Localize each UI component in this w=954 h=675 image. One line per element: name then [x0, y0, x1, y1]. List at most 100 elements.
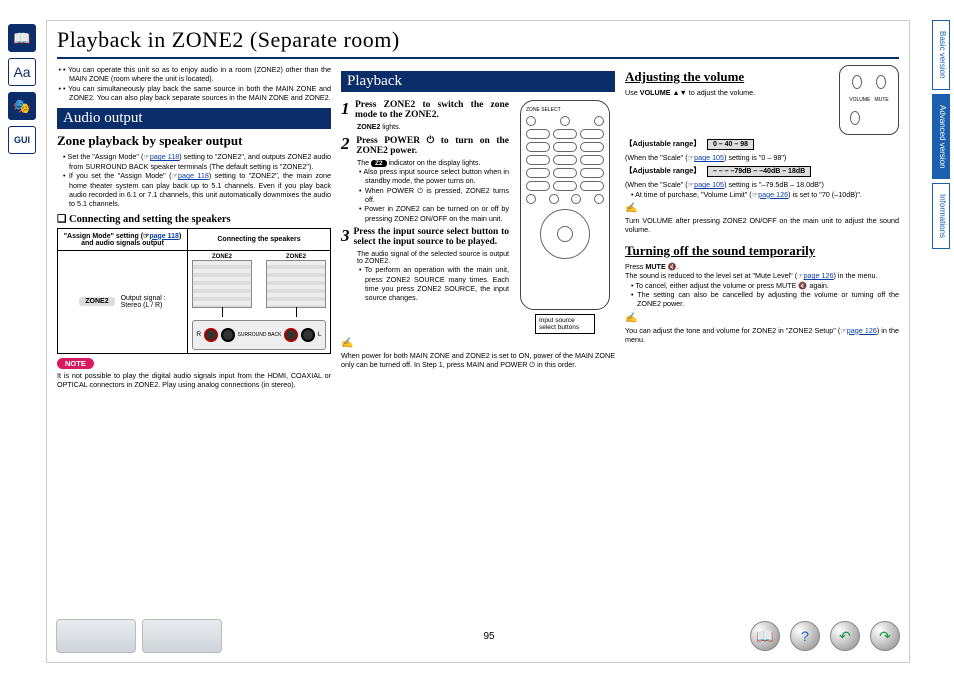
note-text: It is not possible to play the digital a… [57, 371, 331, 390]
link-p126c[interactable]: page 126 [847, 326, 877, 335]
vol-up[interactable] [852, 75, 862, 89]
link-p118c[interactable]: page 118 [149, 233, 179, 240]
link-p118[interactable]: page 118 [150, 152, 179, 161]
speaker-r [266, 260, 326, 308]
rbr4[interactable] [594, 194, 604, 204]
rb4[interactable] [526, 142, 550, 152]
term-sb: SURROUND BACK [238, 332, 282, 338]
prev-button[interactable]: ↶ [830, 621, 860, 651]
step2-num: 2 [341, 135, 352, 152]
conn-td1: ZONE2 Output signal : Stereo (L / R) [58, 250, 188, 353]
rbr1[interactable] [526, 194, 536, 204]
step-3: 3 Press the input source select button t… [341, 227, 509, 247]
audio-b2: If you set the "Assign Mode" (☞page 118)… [63, 171, 331, 208]
rb15[interactable] [580, 181, 604, 191]
mute-t2b: The sound is reduced to the level set at… [625, 271, 899, 280]
range2-sub: (When the "Scale" (☞page 105) setting is… [625, 180, 899, 189]
rb3[interactable] [580, 129, 604, 139]
step1-sub: ZONE2 lights. [357, 124, 509, 131]
remote-wrap: ZONE SELECT Input source select buttons [515, 100, 615, 334]
rbr3[interactable] [571, 194, 581, 204]
conn-td2: ZONE2 ZONE2 R SURROUN [188, 250, 331, 353]
s2b1: Also press input source select button wh… [359, 167, 509, 186]
speaker-l [192, 260, 252, 308]
range-box-2: – – – –79dB – –40dB – 18dB [707, 166, 811, 177]
terminal-box: R SURROUND BACK L [192, 320, 326, 350]
step1-txt: Press ZONE2 to switch the zone mode to t… [355, 100, 509, 120]
remote-dpad[interactable] [540, 209, 590, 259]
rb14[interactable] [553, 181, 577, 191]
step1-num: 1 [341, 100, 351, 117]
remote-zone2[interactable] [560, 116, 570, 126]
mute-bul: To cancel, either adjust the volume or p… [625, 281, 899, 309]
col-3: Adjusting the volume Use VOLUME ▲▼ to ad… [625, 65, 899, 389]
hand-icon-2: ✍ [625, 203, 899, 214]
rb5[interactable] [553, 142, 577, 152]
rb9[interactable] [580, 155, 604, 165]
range-2: 【Adjustable range】 – – – –79dB – –40dB –… [625, 165, 899, 177]
bookmark-button[interactable]: 📖 [750, 621, 780, 651]
jack-r2 [221, 328, 235, 342]
link-p105b[interactable]: page 105 [694, 180, 724, 189]
theater-icon[interactable]: 🎭 [8, 92, 36, 120]
step2-sub: The Z2 indicator on the display lights. [357, 160, 509, 167]
rb7[interactable] [526, 155, 550, 165]
rb12[interactable] [580, 168, 604, 178]
vol-foot: You can adjust the tone and volume for Z… [625, 326, 899, 345]
rb2[interactable] [553, 129, 577, 139]
sub-adjust-volume: Adjusting the volume [625, 69, 827, 85]
term-r: R [196, 331, 201, 338]
range-box-1: 0 – 40 – 98 [707, 139, 754, 150]
gui-icon[interactable]: GUI [8, 126, 36, 154]
remote-main[interactable] [526, 116, 536, 126]
help-button[interactable]: ? [790, 621, 820, 651]
mute-btn[interactable] [876, 75, 886, 89]
conn-table: "Assign Mode" setting (☞page 118) and au… [57, 228, 331, 354]
title-rule [57, 57, 899, 59]
remote-power[interactable] [594, 116, 604, 126]
link-p126a[interactable]: page 126 [758, 190, 788, 199]
book-icon[interactable]: 📖 [8, 24, 36, 52]
step3-sub: The audio signal of the selected source … [357, 251, 509, 265]
product-thumb-1[interactable] [56, 619, 136, 653]
section-audio-output: Audio output [57, 108, 331, 129]
note-badge: NOTE [57, 358, 94, 369]
page-number: 95 [483, 631, 494, 642]
step-1: 1 Press ZONE2 to switch the zone mode to… [341, 100, 509, 120]
intro-2: You can simultaneously play back the sam… [63, 84, 331, 103]
tab-advanced[interactable]: Advanced version [932, 94, 950, 180]
bottom-left [56, 619, 228, 653]
link-p105a[interactable]: page 105 [694, 153, 724, 162]
rb11[interactable] [553, 168, 577, 178]
rbr2[interactable] [549, 194, 559, 204]
s2b2: When POWER ⏻ is pressed, ZONE2 turns off… [359, 186, 509, 205]
output-signal: Output signal : Stereo (L / R) [121, 295, 166, 309]
rb13[interactable] [526, 181, 550, 191]
jack-l2 [301, 328, 315, 342]
link-p126b[interactable]: page 126 [804, 271, 834, 280]
step2-bullets: Also press input source select button wh… [353, 167, 509, 223]
product-thumb-2[interactable] [142, 619, 222, 653]
range-lbl-2: 【Adjustable range】 [625, 166, 701, 175]
tab-info[interactable]: Informations [932, 183, 950, 249]
range-lbl-1: 【Adjustable range】 [625, 139, 701, 148]
hand-icon-1: ✍ [341, 338, 615, 349]
rb10[interactable] [526, 168, 550, 178]
tab-basic[interactable]: Basic version [932, 20, 950, 90]
sub-zone-playback: Zone playback by speaker output [57, 133, 331, 149]
vol-down[interactable] [850, 111, 860, 125]
step3-bullets: To perform an operation with the main un… [353, 265, 509, 302]
mute-t2: Press MUTE 🔇. [625, 262, 899, 271]
font-icon[interactable]: Aa [8, 58, 36, 86]
rb1[interactable] [526, 129, 550, 139]
sub-connecting: Connecting and setting the speakers [57, 213, 331, 225]
s2b3: Power in ZONE2 can be turned on or off b… [359, 204, 509, 223]
link-p118b[interactable]: page 118 [178, 171, 209, 180]
jack-l1 [284, 328, 298, 342]
rb8[interactable] [553, 155, 577, 165]
intro-list: You can operate this unit so as to enjoy… [57, 65, 331, 102]
rb6[interactable] [580, 142, 604, 152]
range1-sub: (When the "Scale" (☞page 105) setting is… [625, 153, 899, 162]
col-2: Playback 1 Press ZONE2 to switch the zon… [341, 65, 615, 389]
next-button[interactable]: ↷ [870, 621, 900, 651]
